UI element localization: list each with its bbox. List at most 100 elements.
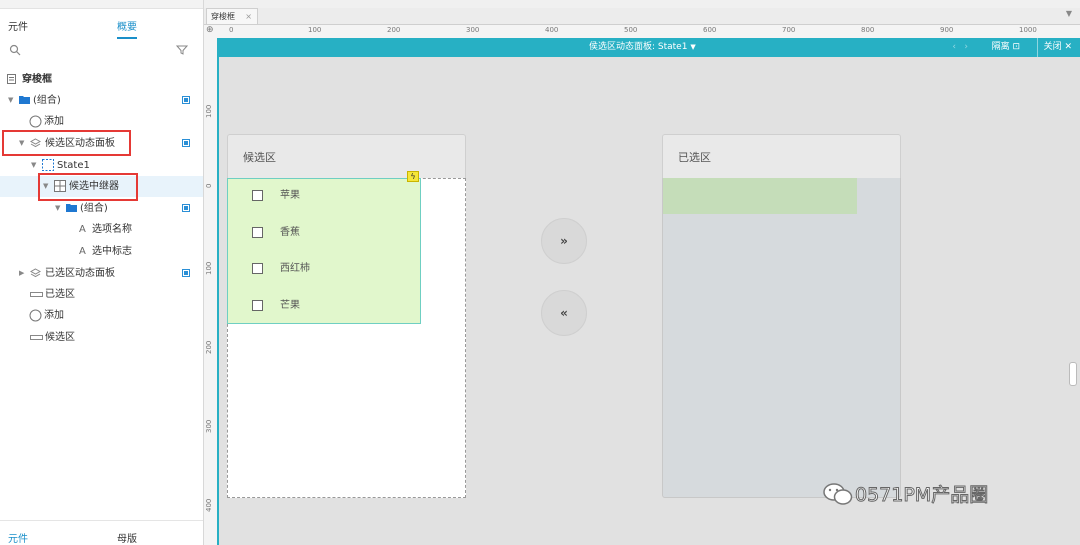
filter-icon[interactable] bbox=[176, 44, 188, 56]
tree-item-inner-group[interactable]: ▼ (组合) bbox=[0, 198, 203, 219]
text-icon: A bbox=[79, 224, 86, 235]
isolate-label: 隔离 bbox=[991, 42, 1010, 52]
option-label: 西红柿 bbox=[280, 263, 310, 274]
selected-title: 已选区 bbox=[678, 151, 711, 164]
panel-state-label: 侯选区动态面板: State1 bbox=[589, 42, 688, 52]
ruler-label: 500 bbox=[624, 26, 638, 34]
chevron-down-icon: ▼ bbox=[690, 43, 696, 51]
ruler-label: 400 bbox=[545, 26, 559, 34]
interaction-lightning-icon[interactable]: ϟ bbox=[407, 171, 419, 182]
ruler-label: 800 bbox=[861, 26, 875, 34]
tree-item-add-2[interactable]: 添加 bbox=[0, 305, 203, 326]
toolbar-strip bbox=[204, 0, 1080, 8]
page-icon bbox=[7, 74, 16, 84]
search-row bbox=[0, 40, 203, 60]
search-icon[interactable] bbox=[9, 44, 21, 56]
collapse-caret-icon[interactable]: ▶ bbox=[19, 263, 24, 284]
wechat-icon bbox=[823, 483, 853, 505]
tree-item-label: (组合) bbox=[33, 95, 61, 106]
tree-item-selected-area[interactable]: 已选区 bbox=[0, 284, 203, 305]
text-icon: A bbox=[79, 246, 86, 257]
horizontal-ruler: ⊕ 0 100 200 300 400 500 600 700 800 900 … bbox=[204, 25, 1080, 39]
tree-item-add[interactable]: 添加 bbox=[0, 111, 203, 132]
selected-panel-area[interactable] bbox=[662, 178, 901, 498]
doc-tab[interactable]: 穿梭框 × bbox=[206, 8, 258, 24]
ellipse-icon bbox=[29, 309, 42, 322]
selection-badge-icon bbox=[182, 204, 190, 212]
tab-outline[interactable]: 概要 bbox=[117, 18, 137, 39]
expand-caret-icon[interactable]: ▼ bbox=[8, 90, 13, 111]
checkbox-icon[interactable] bbox=[252, 190, 263, 201]
move-left-button[interactable]: « bbox=[541, 290, 587, 336]
option-label: 苹果 bbox=[280, 190, 300, 201]
selected-repeater-row[interactable] bbox=[663, 178, 857, 214]
ruler-label: 100 bbox=[308, 26, 322, 34]
tree-item-selected-flag[interactable]: A 选中标志 bbox=[0, 241, 203, 262]
option-label: 香蕉 bbox=[280, 227, 300, 238]
option-label: 芒果 bbox=[280, 300, 300, 311]
panel-top-strip bbox=[0, 0, 203, 9]
prev-state-icon[interactable]: ‹ bbox=[952, 38, 956, 57]
tabs-dropdown-icon[interactable]: ▼ bbox=[1066, 9, 1072, 18]
tree-item-label: 穿梭框 bbox=[22, 74, 52, 85]
tree-item-label: 候选区 bbox=[45, 332, 75, 343]
ellipse-icon bbox=[29, 115, 42, 128]
candidate-repeater[interactable]: 苹果 香蕉 西红柿 芒果 bbox=[227, 178, 421, 324]
ruler-label: 400 bbox=[205, 498, 213, 512]
tab-widgets[interactable]: 元件 bbox=[8, 18, 28, 33]
selection-badge-icon bbox=[182, 269, 190, 277]
selection-badge-icon bbox=[182, 96, 190, 104]
doc-tab-label: 穿梭框 bbox=[211, 12, 235, 21]
checkbox-icon[interactable] bbox=[252, 263, 263, 274]
tab-widgets-bottom[interactable]: 元件 bbox=[8, 530, 28, 545]
ruler-label: 300 bbox=[466, 26, 480, 34]
close-label: 关闭 bbox=[1043, 42, 1062, 52]
selected-header[interactable]: 已选区 bbox=[662, 134, 901, 179]
expand-caret-icon[interactable]: ▼ bbox=[55, 198, 60, 219]
expand-caret-icon[interactable]: ▼ bbox=[31, 155, 36, 176]
tree-item-label: 添加 bbox=[44, 116, 64, 127]
tree-item-option-name[interactable]: A 选项名称 bbox=[0, 219, 203, 240]
ruler-origin-icon: ⊕ bbox=[206, 25, 214, 35]
tree-item-page[interactable]: 穿梭框 bbox=[0, 69, 203, 90]
outline-panel: 元件 概要 穿梭框 ▼ (组合) 添加 ▼ 候选区动态面板 ▼ State1 ▼… bbox=[0, 0, 204, 545]
selection-badge-icon bbox=[182, 139, 190, 147]
rectangle-icon bbox=[30, 335, 43, 340]
panel-state-title[interactable]: 侯选区动态面板: State1 ▼ bbox=[589, 38, 696, 57]
vertical-scrollbar[interactable] bbox=[1069, 362, 1077, 386]
move-right-button[interactable]: » bbox=[541, 218, 587, 264]
close-tab-icon[interactable]: × bbox=[245, 9, 252, 24]
ruler-label: 900 bbox=[940, 26, 954, 34]
state-icon bbox=[42, 159, 54, 171]
tab-masters[interactable]: 母版 bbox=[117, 530, 137, 545]
tree-item-candidate-area[interactable]: 候选区 bbox=[0, 327, 203, 348]
highlight-box bbox=[2, 130, 131, 156]
checkbox-icon[interactable] bbox=[252, 227, 263, 238]
highlight-box bbox=[38, 173, 138, 201]
ruler-label: 600 bbox=[703, 26, 717, 34]
candidate-header[interactable]: 候选区 bbox=[227, 134, 466, 179]
ruler-label: 100 bbox=[205, 261, 213, 275]
design-canvas[interactable]: 候选区 苹果 香蕉 西红柿 芒果 ϟ » « 已选区 0571PM产品圈 bbox=[217, 57, 1080, 545]
ruler-label: 300 bbox=[205, 419, 213, 433]
watermark-text: 0571PM产品圈 bbox=[854, 484, 989, 507]
tree-item-group[interactable]: ▼ (组合) bbox=[0, 90, 203, 111]
close-panel-button[interactable]: 关闭 ✕ bbox=[1036, 38, 1072, 57]
folder-icon bbox=[19, 96, 30, 104]
tree-item-label: (组合) bbox=[80, 203, 108, 214]
dynamic-panel-bar: 侯选区动态面板: State1 ▼ ‹ › 隔离 ⊡ 关闭 ✕ bbox=[217, 38, 1080, 57]
document-tabs: 穿梭框 × ▼ bbox=[204, 8, 1080, 25]
panel-tabs: 元件 概要 bbox=[0, 12, 203, 39]
checkbox-icon[interactable] bbox=[252, 300, 263, 311]
bottom-tabs: 元件 母版 bbox=[0, 520, 203, 545]
ruler-label: 200 bbox=[205, 340, 213, 354]
vertical-ruler: 100 0 100 200 300 400 bbox=[204, 38, 218, 545]
tree-item-selected-panel[interactable]: ▶ 已选区动态面板 bbox=[0, 263, 203, 284]
isolate-button[interactable]: 隔离 ⊡ bbox=[992, 38, 1020, 57]
ruler-label: 0 bbox=[205, 183, 213, 188]
tree-item-label: 已选区 bbox=[45, 289, 75, 300]
ruler-label: 1000 bbox=[1019, 26, 1037, 34]
next-state-icon[interactable]: › bbox=[964, 38, 968, 57]
ruler-label: 700 bbox=[782, 26, 796, 34]
tree-item-label: 选项名称 bbox=[92, 224, 132, 235]
